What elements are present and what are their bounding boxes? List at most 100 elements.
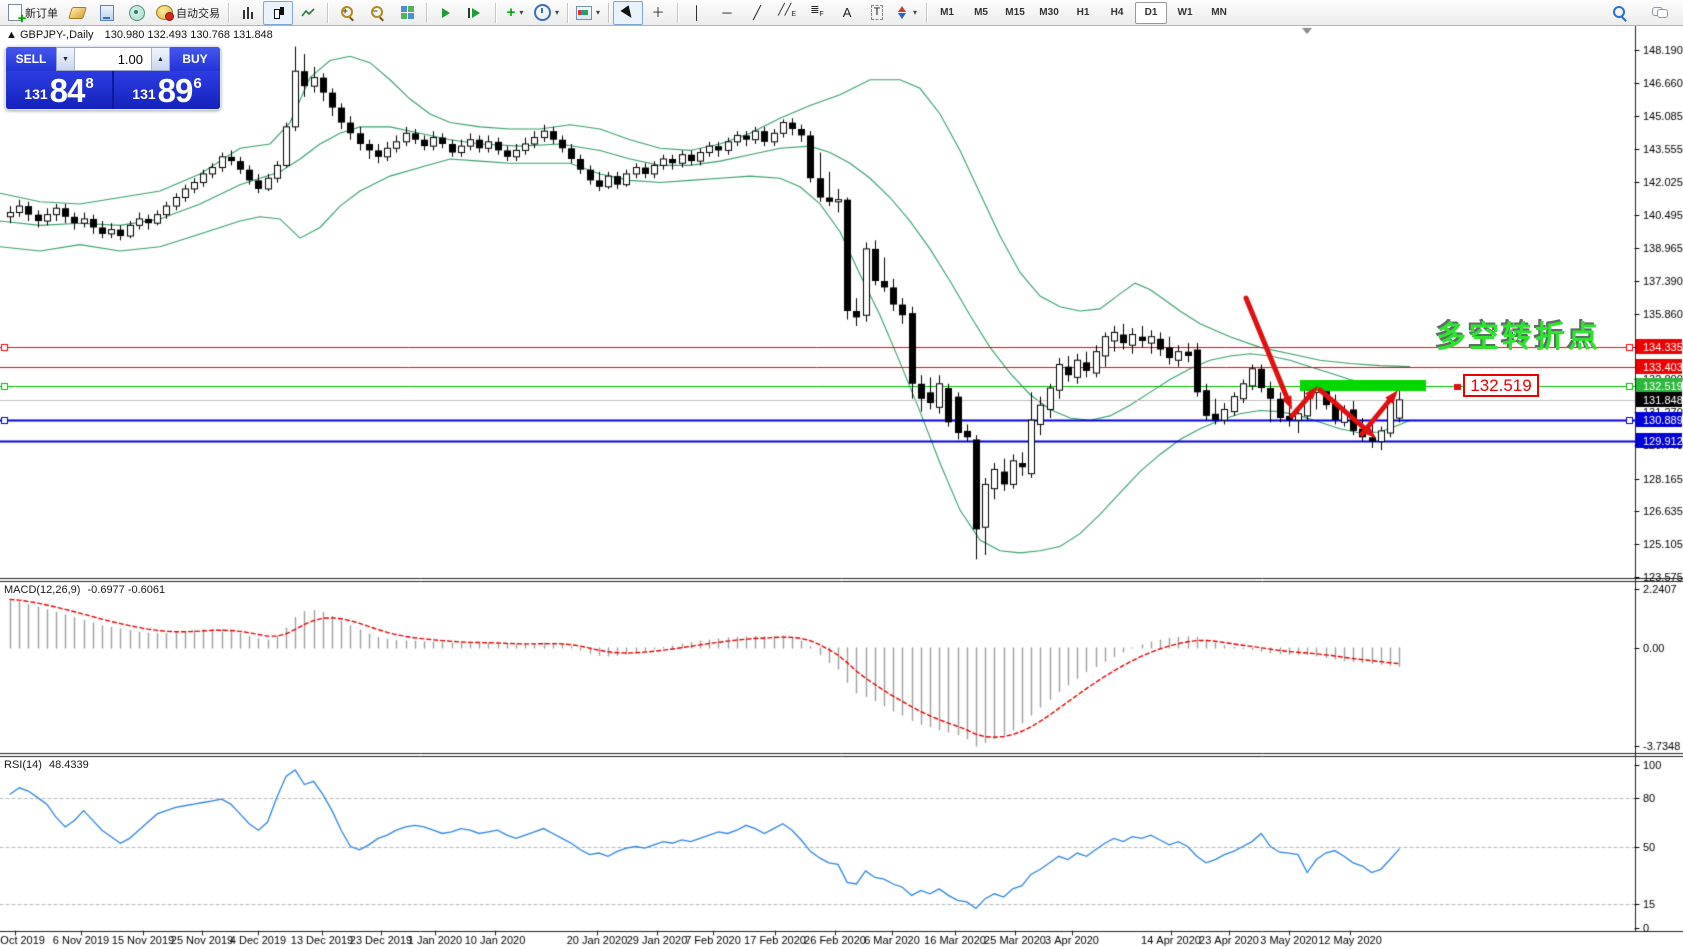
profile-icon bbox=[100, 4, 114, 21]
buy-button[interactable]: BUY bbox=[170, 47, 220, 71]
sell-price-pips: 84 bbox=[49, 72, 86, 109]
autotrade-button[interactable]: 自动交易 bbox=[152, 1, 224, 25]
buy-price-pips: 89 bbox=[157, 72, 194, 109]
separator bbox=[567, 2, 569, 23]
journal-icon bbox=[67, 6, 87, 19]
journal-button[interactable] bbox=[62, 1, 92, 25]
timeframe-h1-button[interactable]: H1 bbox=[1067, 2, 1099, 24]
signal-icon bbox=[129, 4, 145, 21]
macd-values: -0.6977 -0.6061 bbox=[87, 584, 166, 596]
separator bbox=[426, 2, 427, 23]
timeframe-m1-button[interactable]: M1 bbox=[931, 2, 963, 24]
rsi-name: RSI(14) bbox=[4, 759, 42, 771]
timeframe-m30-button[interactable]: M30 bbox=[1033, 2, 1065, 24]
cursor-tool-button[interactable] bbox=[613, 0, 644, 25]
autotrade-icon bbox=[156, 5, 174, 21]
one-click-trading-panel: SELL ▼ 1.00 ▲ BUY 131 84 8 131 89 6 bbox=[5, 46, 221, 110]
crosshair-tool-button[interactable]: ＋ bbox=[643, 1, 673, 25]
separator bbox=[608, 2, 610, 23]
separator bbox=[677, 2, 679, 23]
volume-decrease-button[interactable]: ▼ bbox=[57, 48, 75, 70]
chart-shift-icon bbox=[468, 7, 480, 18]
sell-button[interactable]: SELL bbox=[6, 47, 56, 71]
chart-canvas[interactable] bbox=[0, 0, 1683, 949]
arrows-tool-button[interactable]: ▾ bbox=[892, 1, 922, 25]
ohlc-values: 130.980 132.493 130.768 131.848 bbox=[104, 29, 273, 41]
vertical-line-tool-button[interactable]: │ bbox=[682, 1, 712, 25]
level-callout-132519[interactable]: 132.519 bbox=[1463, 374, 1539, 397]
macd-name: MACD(12,26,9) bbox=[4, 584, 81, 596]
new-order-button[interactable]: 新订单 bbox=[4, 1, 62, 26]
chevron-down-icon: ▾ bbox=[555, 8, 560, 17]
text-icon: A bbox=[842, 5, 852, 20]
profile-button[interactable] bbox=[92, 1, 122, 25]
candlestick-chart-button[interactable] bbox=[263, 0, 293, 25]
chart-title: ▲ GBPJPY-,Daily 130.980 132.493 130.768 … bbox=[6, 29, 273, 41]
add-indicator-icon: + bbox=[506, 4, 516, 21]
channel-tool-button[interactable]: ╱╱E bbox=[772, 1, 802, 25]
chat-button[interactable] bbox=[1645, 1, 1675, 25]
separator bbox=[228, 2, 229, 23]
separator bbox=[495, 2, 496, 23]
separator bbox=[327, 2, 328, 23]
timeframe-m5-button[interactable]: M5 bbox=[965, 2, 997, 24]
text-label-icon: T bbox=[870, 5, 884, 20]
chevron-down-icon: ▾ bbox=[519, 8, 524, 17]
vertical-line-icon: │ bbox=[692, 5, 702, 20]
timeframe-mn-button[interactable]: MN bbox=[1203, 2, 1235, 24]
timeframe-h4-button[interactable]: H4 bbox=[1101, 2, 1133, 24]
timeframe-d1-button[interactable]: D1 bbox=[1135, 1, 1168, 24]
new-order-icon bbox=[8, 4, 26, 26]
zoom-in-button[interactable]: + bbox=[332, 1, 362, 25]
sell-price-point: 8 bbox=[85, 75, 94, 92]
volume-field: ▼ 1.00 ▲ bbox=[56, 47, 170, 71]
buy-price-group: 131 bbox=[132, 86, 156, 102]
volume-value[interactable]: 1.00 bbox=[75, 48, 151, 70]
fibonacci-icon: ≣F bbox=[810, 3, 824, 19]
timeframe-m15-button[interactable]: M15 bbox=[999, 2, 1031, 24]
template-icon bbox=[576, 5, 593, 20]
timeframe-w1-button[interactable]: W1 bbox=[1169, 2, 1201, 24]
clock-icon bbox=[534, 4, 551, 21]
arrows-icon bbox=[897, 6, 909, 19]
templates-button[interactable]: ▾ bbox=[572, 1, 604, 25]
volume-increase-button[interactable]: ▲ bbox=[151, 48, 169, 70]
symbol-period-label: GBPJPY-,Daily bbox=[19, 29, 94, 41]
chat-icon bbox=[1652, 6, 1668, 19]
chart-shift-button[interactable] bbox=[461, 1, 491, 25]
toolbar-right-group bbox=[1605, 1, 1675, 25]
toolbar: 新订单 自动交易 + − +▾ ▾ ▾ ＋ │ ─ ╱ ╱╱E bbox=[0, 0, 1683, 26]
rsi-indicator-label: RSI(14) 48.4339 bbox=[4, 759, 89, 771]
text-tool-button[interactable]: A bbox=[832, 1, 862, 25]
sell-price[interactable]: 131 84 8 bbox=[6, 71, 112, 109]
trendline-tool-button[interactable]: ╱ bbox=[742, 1, 772, 25]
zoom-in-icon: + bbox=[340, 6, 354, 19]
collapse-panel-icon[interactable]: ▲ bbox=[6, 29, 17, 41]
fibonacci-tool-button[interactable]: ≣F bbox=[802, 1, 832, 25]
indicators-button[interactable]: + ▾ bbox=[500, 1, 530, 25]
buy-price[interactable]: 131 89 6 bbox=[114, 71, 220, 109]
autotrade-label: 自动交易 bbox=[176, 7, 220, 20]
bar-chart-icon bbox=[241, 6, 255, 19]
search-button[interactable] bbox=[1605, 1, 1635, 25]
sell-price-group: 131 bbox=[24, 86, 48, 102]
line-chart-icon bbox=[301, 7, 315, 16]
horizontal-line-tool-button[interactable]: ─ bbox=[712, 1, 742, 25]
zoom-out-button[interactable]: − bbox=[362, 1, 392, 25]
tile-windows-button[interactable] bbox=[392, 1, 422, 25]
line-chart-button[interactable] bbox=[293, 1, 323, 25]
periods-button[interactable]: ▾ bbox=[530, 1, 563, 25]
crosshair-icon: ＋ bbox=[651, 5, 665, 20]
auto-scroll-button[interactable] bbox=[431, 1, 461, 25]
turning-point-annotation[interactable]: 多空转折点 bbox=[1436, 312, 1601, 356]
bar-chart-button[interactable] bbox=[233, 1, 263, 25]
cursor-icon bbox=[620, 4, 636, 21]
rsi-value: 48.4339 bbox=[48, 759, 89, 771]
text-label-tool-button[interactable]: T bbox=[862, 1, 892, 25]
chevron-down-icon: ▾ bbox=[596, 8, 601, 17]
candlestick-icon bbox=[272, 6, 285, 20]
market-watch-button[interactable] bbox=[122, 1, 152, 25]
search-icon bbox=[1613, 5, 1627, 20]
horizontal-line-icon: ─ bbox=[722, 5, 732, 20]
channel-icon: ╱╱E bbox=[778, 3, 796, 19]
